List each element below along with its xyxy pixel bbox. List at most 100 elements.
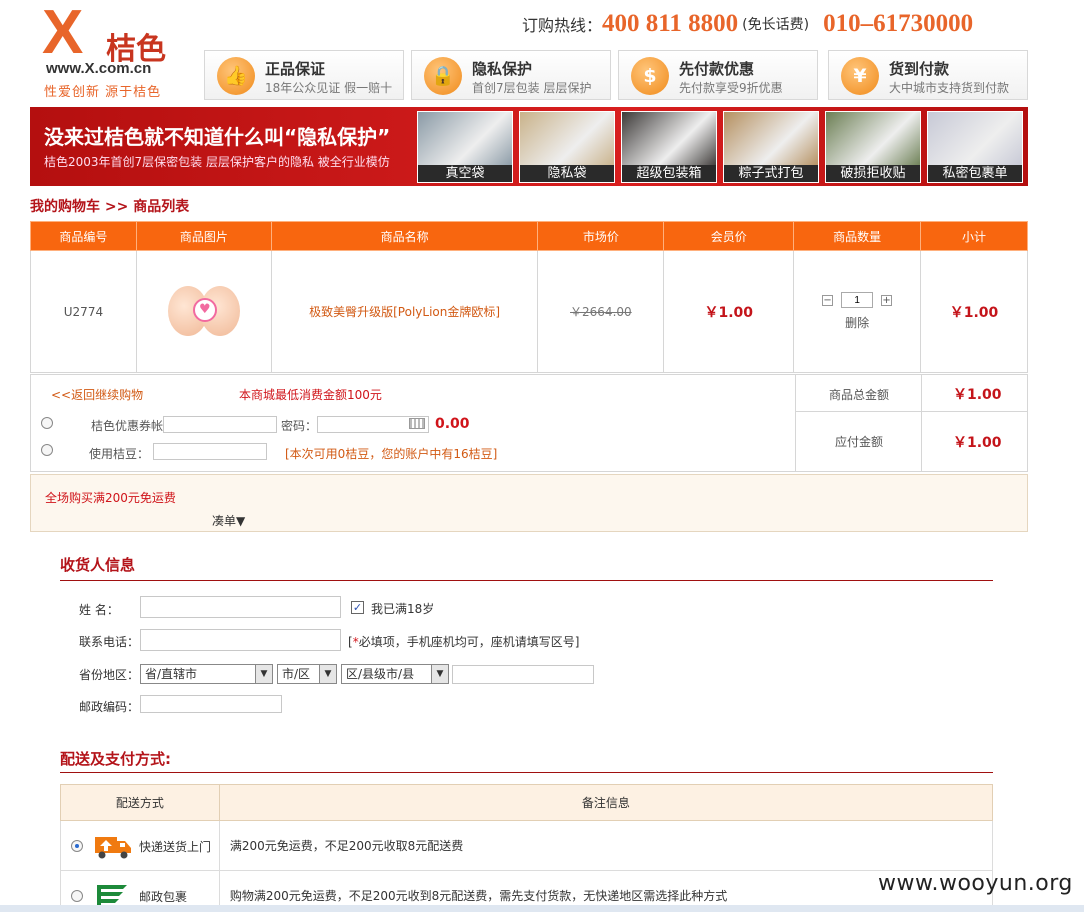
logo-url: www.X.com.cn <box>46 60 152 77</box>
site-logo[interactable]: X 桔色 www.X.com.cn 性爱创新 源于桔色 <box>40 0 180 101</box>
hotline-number-2: 010–61730000 <box>823 10 974 37</box>
city-value: 市/区 <box>282 667 311 681</box>
logo-mark: X <box>42 0 84 67</box>
banner-thumb[interactable]: 超级包装箱 <box>621 111 717 183</box>
chevron-down-icon: ▼ <box>319 665 336 683</box>
payable-label: 应付金额 <box>835 435 884 449</box>
promise-title: 先付款优惠 <box>679 60 755 78</box>
order-summary: <<返回继续购物 本商城最低消费金额100元 商品总金额 ￥1.00 桔色优惠券… <box>30 374 1028 472</box>
continue-shopping-link[interactable]: <<返回继续购物 <box>51 386 143 403</box>
phone-note-text: 必填项，手机座机均可，座机请填写区号] <box>358 635 580 649</box>
banner-thumb[interactable]: 隐私袋 <box>519 111 615 183</box>
phone-note: [*必填项，手机座机均可，座机请填写区号] <box>348 633 579 650</box>
promo-text: 全场购买满200元免运费 <box>45 491 176 505</box>
delivery-table: 配送方式 备注信息 快递送货上门 满200元免运费，不足200元收取8元配送费 <box>60 784 994 912</box>
divider <box>795 375 796 471</box>
thumbs-up-icon: 👍 <box>217 57 255 95</box>
promise-privacy: 🔒 隐私保护 首创7层包装 层层保护 <box>411 50 611 100</box>
province-value: 省/直辖市 <box>145 667 198 681</box>
subtotal: ￥1.00 <box>920 250 1028 373</box>
hotline-free-note: (免长话费) <box>742 17 810 33</box>
heart-icon: ♥ <box>192 297 217 322</box>
cart-table: 商品编号 商品图片 商品名称 市场价 会员价 商品数量 小计 U2774 ♥ 极… <box>30 221 1028 373</box>
thumb-caption: 真空袋 <box>418 165 512 182</box>
bottom-strip <box>0 905 1084 912</box>
privacy-banner[interactable]: 没来过桔色就不知道什么叫“隐私保护” 桔色2003年首创7层保密包装 层层保护客… <box>30 107 1028 186</box>
adult-label: 我已满18岁 <box>371 602 435 616</box>
promise-title: 隐私保护 <box>472 60 533 78</box>
dollar-icon: $ <box>631 57 669 95</box>
banner-thumb[interactable]: 真空袋 <box>417 111 513 183</box>
county-value: 区/县级市/县 <box>346 667 415 681</box>
watermark: www.wooyun.org <box>878 871 1073 896</box>
promise-prepay: $ 先付款优惠 先付款享受9折优惠 <box>618 50 818 100</box>
col-header-remarks: 备注信息 <box>218 784 994 821</box>
zip-input[interactable] <box>140 695 282 713</box>
section-divider <box>60 772 993 773</box>
banner-thumb[interactable]: 私密包裹单 <box>927 111 1023 183</box>
delivery-section-title: 配送及支付方式: <box>60 750 171 768</box>
divider <box>795 411 1027 412</box>
delivery-option-express[interactable]: 快递送货上门 <box>61 822 219 870</box>
promise-sub: 先付款享受9折优惠 <box>679 81 783 95</box>
promise-sub: 首创7层包装 层层保护 <box>472 81 592 95</box>
beans-input[interactable] <box>153 443 267 460</box>
delivery-option-name: 快递送货上门 <box>139 839 212 854</box>
phone-input[interactable] <box>140 629 341 651</box>
total-label: 商品总金额 <box>829 388 890 402</box>
password-label: 密码： <box>281 419 318 433</box>
express-radio[interactable] <box>71 839 83 852</box>
thumb-caption: 隐私袋 <box>520 165 614 182</box>
coupon-radio[interactable] <box>41 417 53 429</box>
table-row: U2774 ♥ 极致美臀升级版[PolyLion金牌欧标] ￥2664.00 ￥… <box>30 250 1028 373</box>
product-name-link[interactable]: 极致美臀升级版[PolyLion金牌欧标] <box>270 250 539 373</box>
region-label: 省份地区： <box>79 668 140 682</box>
city-select[interactable]: 市/区 ▼ <box>277 664 337 684</box>
chevron-down-icon: ▼ <box>255 665 272 683</box>
delivery-header-row: 配送方式 备注信息 <box>60 784 994 821</box>
col-header-quantity: 商品数量 <box>793 221 922 251</box>
receiver-section-title: 收货人信息 <box>60 556 136 574</box>
promise-sub: 18年公众见证 假一赔十 <box>265 81 393 95</box>
plus-button[interactable]: + <box>881 294 893 306</box>
delete-link[interactable]: 删除 <box>794 314 920 331</box>
thumb-image <box>520 112 614 167</box>
minimum-spend-note: 本商城最低消费金额100元 <box>239 388 382 402</box>
quantity-input[interactable] <box>841 292 874 309</box>
county-select[interactable]: 区/县级市/县 ▼ <box>341 664 449 684</box>
banner-subtitle: 桔色2003年首创7层保密包装 层层保护客户的隐私 被全行业模仿 <box>44 155 390 169</box>
banner-title: 没来过桔色就不知道什么叫“隐私保护” <box>44 125 391 149</box>
hotline-number-1: 400 811 8800 <box>602 10 739 37</box>
adult-checkbox[interactable]: ✓ <box>351 601 364 614</box>
name-input[interactable] <box>140 596 341 618</box>
member-price: ￥1.00 <box>663 250 795 373</box>
product-image[interactable]: ♥ <box>166 282 242 342</box>
delivery-option-cell[interactable]: 快递送货上门 <box>60 820 220 871</box>
col-header-image: 商品图片 <box>135 221 272 251</box>
province-select[interactable]: 省/直辖市 ▼ <box>140 664 273 684</box>
beans-radio[interactable] <box>41 444 53 456</box>
hotline: 订购热线：400 811 8800 (免长话费) 010–61730000 <box>522 10 973 46</box>
promise-sub: 大中城市支持货到付款 <box>889 81 1010 95</box>
thumb-caption: 私密包裹单 <box>928 165 1022 182</box>
thumb-caption: 粽子式打包 <box>724 165 818 182</box>
banner-thumb[interactable]: 破损拒收贴 <box>825 111 921 183</box>
thumb-caption: 破损拒收贴 <box>826 165 920 182</box>
payable-amount: ￥1.00 <box>953 435 1002 451</box>
promise-cod: ¥ 货到付款 大中城市支持货到付款 <box>828 50 1028 100</box>
breadcrumb: 我的购物车 >> 商品列表 <box>30 199 190 215</box>
minus-button[interactable]: − <box>822 294 834 306</box>
phone-label: 联系电话： <box>79 635 140 649</box>
market-price: ￥2664.00 <box>537 250 665 373</box>
free-shipping-promo: 全场购买满200元免运费 凑单▼ <box>30 474 1028 532</box>
combo-order-toggle[interactable]: 凑单▼ <box>212 512 245 529</box>
banner-thumb[interactable]: 粽子式打包 <box>723 111 819 183</box>
keyboard-icon[interactable] <box>409 418 425 429</box>
thumb-image <box>826 112 920 167</box>
coupon-account-input[interactable] <box>163 416 277 433</box>
table-row[interactable]: 快递送货上门 满200元免运费，不足200元收取8元配送费 <box>60 820 994 871</box>
product-image-cell[interactable]: ♥ <box>135 250 272 373</box>
col-header-delivery-method: 配送方式 <box>60 784 220 821</box>
post-radio[interactable] <box>71 889 83 902</box>
address-input[interactable] <box>452 665 594 684</box>
